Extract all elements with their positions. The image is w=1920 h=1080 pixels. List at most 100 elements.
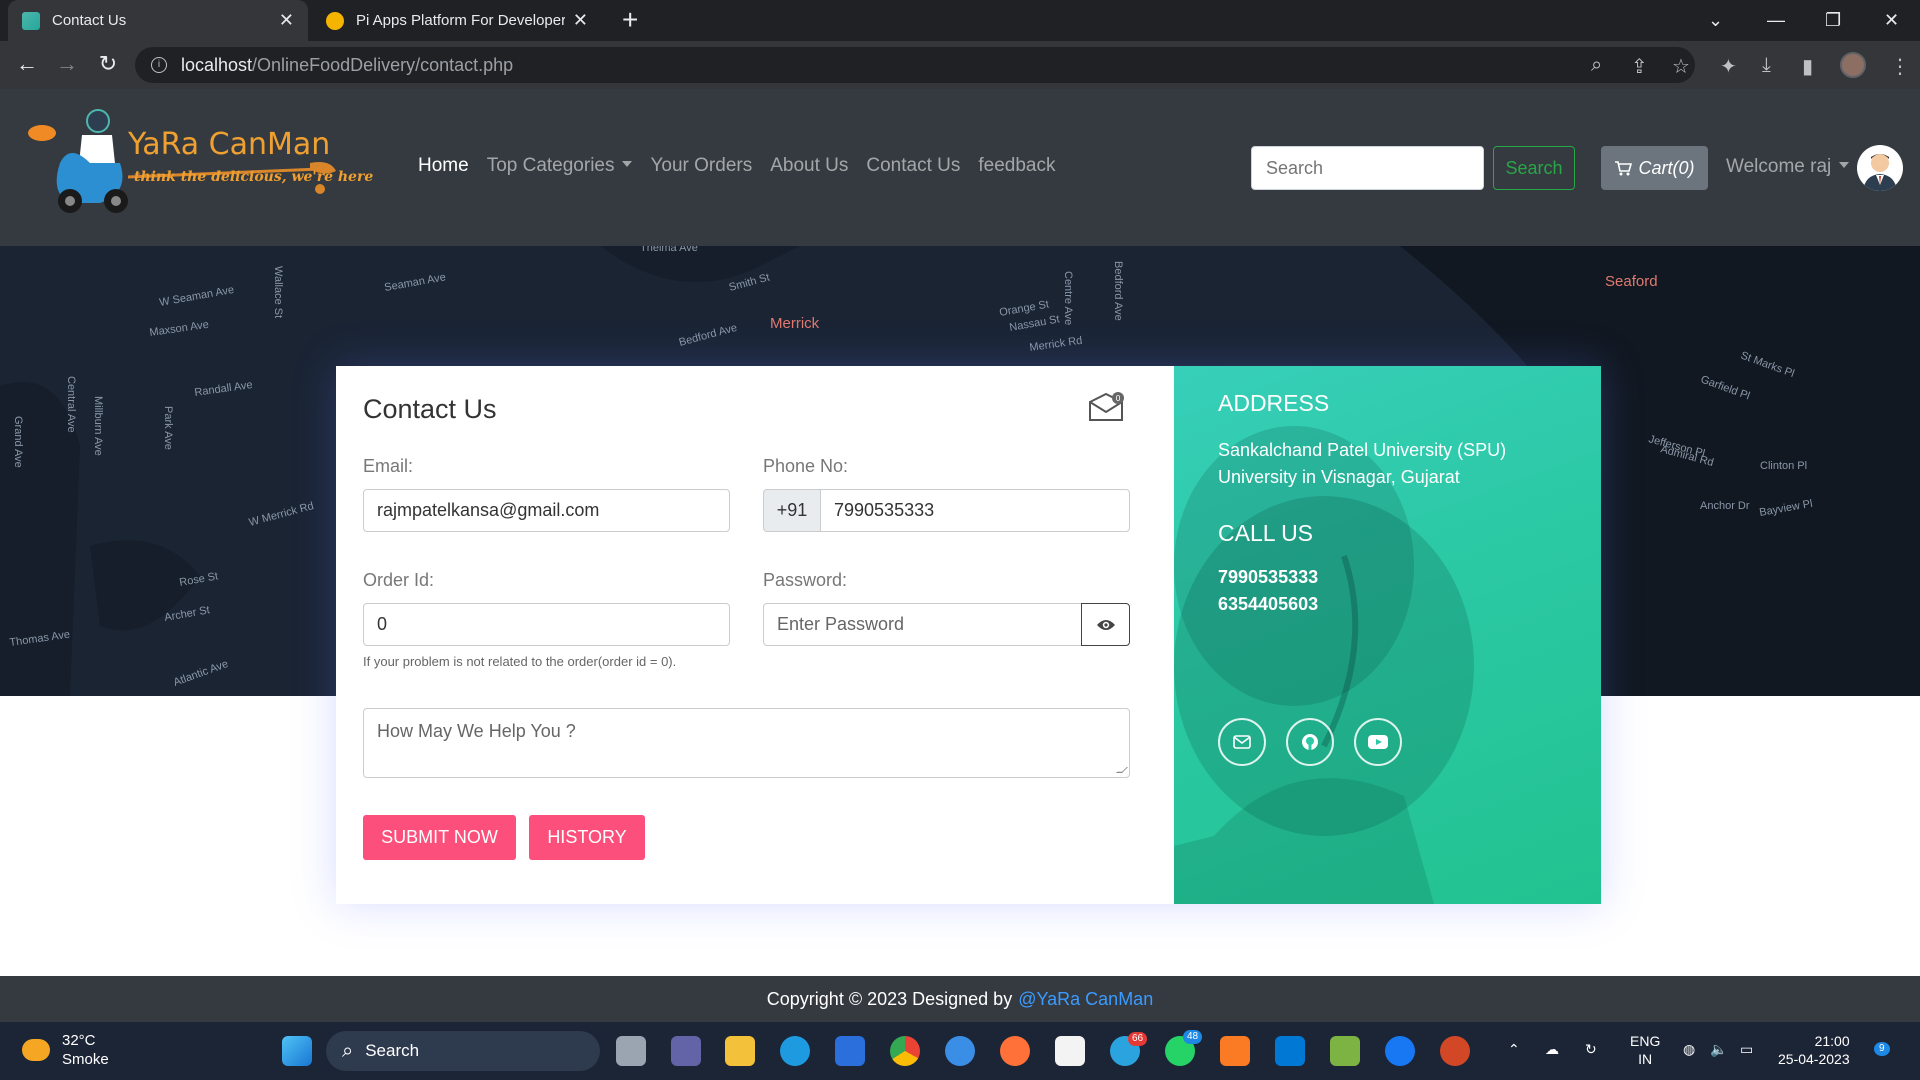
github-icon <box>1302 734 1318 750</box>
facebook-icon[interactable] <box>1385 1036 1415 1066</box>
map-label: Thelma Ave <box>640 246 698 254</box>
forward-icon[interactable]: → <box>52 51 82 77</box>
back-icon[interactable]: ← <box>12 51 42 77</box>
map-label: Clinton Pl <box>1760 460 1807 472</box>
file-explorer-icon[interactable] <box>725 1036 755 1066</box>
nav-home[interactable]: Home <box>409 155 478 177</box>
order-id-hint: If your problem is not related to the or… <box>363 654 677 669</box>
site-navbar: YaRa CanMan think the delicious, we're h… <box>0 89 1920 246</box>
side-panel-icon[interactable]: ▮ <box>1802 54 1813 79</box>
close-tab-icon[interactable]: ✕ <box>279 10 294 31</box>
tab-search-chevron-icon[interactable]: ⌄ <box>1708 0 1723 41</box>
region: IN <box>1638 1051 1653 1067</box>
toggle-password-button[interactable] <box>1081 603 1130 646</box>
footer-brand-link[interactable]: @YaRa CanMan <box>1018 989 1153 1010</box>
reload-icon[interactable]: ↻ <box>93 51 123 77</box>
url-path: /OnlineFoodDelivery/contact.php <box>252 54 514 75</box>
notification-badge[interactable]: 9 <box>1874 1042 1890 1056</box>
maximize-icon[interactable]: ❐ <box>1825 0 1841 41</box>
nav-feedback[interactable]: feedback <box>969 155 1064 177</box>
telegram-badge: 66 <box>1128 1032 1148 1046</box>
weather-widget[interactable]: 32°C Smoke <box>22 1031 109 1069</box>
site-info-icon[interactable]: i <box>151 57 167 73</box>
address-line-1: Sankalchand Patel University (SPU) <box>1218 440 1507 460</box>
contact-title: Contact Us <box>363 394 497 424</box>
submit-now-button[interactable]: SUBMIT NOW <box>363 815 516 860</box>
site-logo[interactable]: YaRa CanMan think the delicious, we're h… <box>20 103 380 219</box>
address-bar[interactable]: i localhost/OnlineFoodDelivery/contact.p… <box>135 47 1695 83</box>
password-field[interactable]: Enter Password <box>763 603 1082 646</box>
email-field[interactable]: rajmpatelkansa@gmail.com <box>363 489 730 532</box>
map-label: Park Ave <box>162 406 174 450</box>
youtube-social-button[interactable] <box>1354 718 1402 766</box>
firefox-icon[interactable] <box>1000 1036 1030 1066</box>
main-nav: Home Top Categories Your Orders About Us… <box>409 155 1065 177</box>
browser-profile-avatar[interactable] <box>1840 52 1866 78</box>
nav-top-categories[interactable]: Top Categories <box>478 155 642 177</box>
message-placeholder: How May We Help You ? <box>377 721 576 741</box>
download-icon[interactable]: ⤓ <box>1762 54 1771 77</box>
clock[interactable]: 21:00 25-04-2023 <box>1778 1032 1850 1068</box>
extensions-icon[interactable]: ✦ <box>1720 54 1737 79</box>
welcome-user-dropdown[interactable]: Welcome raj <box>1726 156 1849 178</box>
contact-form: Contact Us 0 Email: rajmpatelkansa@gmail… <box>336 366 1174 904</box>
network-icon[interactable]: ◍ <box>1683 1040 1695 1058</box>
volume-icon[interactable]: 🔈 <box>1710 1040 1727 1058</box>
menu-kebab-icon[interactable]: ⋮ <box>1890 54 1910 79</box>
nav-contact-us[interactable]: Contact Us <box>857 155 969 177</box>
vscode-icon[interactable] <box>1275 1036 1305 1066</box>
onedrive-icon[interactable]: ☁ <box>1545 1040 1559 1058</box>
temperature: 32°C <box>62 1032 96 1049</box>
phone-prefix: +91 <box>763 489 821 532</box>
xampp-icon[interactable] <box>1220 1036 1250 1066</box>
store-icon[interactable] <box>1055 1036 1085 1066</box>
site-search-button[interactable]: Search <box>1493 146 1575 190</box>
share-icon[interactable]: ⇪ <box>1631 54 1648 79</box>
taskbar-search[interactable]: ⌕ Search <box>326 1031 600 1071</box>
user-avatar-icon <box>1863 154 1897 191</box>
map-label: Maxson Ave <box>149 319 210 339</box>
nav-your-orders[interactable]: Your Orders <box>641 155 761 177</box>
zoom-icon[interactable]: ⌕ <box>1591 54 1602 77</box>
tray-chevron-icon[interactable]: ⌃ <box>1508 1040 1520 1058</box>
email-social-button[interactable] <box>1218 718 1266 766</box>
message-textarea[interactable]: How May We Help You ? <box>363 708 1130 778</box>
help-icon[interactable] <box>945 1036 975 1066</box>
site-search-input[interactable] <box>1251 146 1484 190</box>
chrome-icon[interactable] <box>890 1036 920 1066</box>
order-id-field[interactable]: 0 <box>363 603 730 646</box>
github-social-button[interactable] <box>1286 718 1334 766</box>
chart-app-icon[interactable] <box>1330 1036 1360 1066</box>
weather-condition: Smoke <box>62 1051 109 1068</box>
mail-icon[interactable]: 0 <box>1088 392 1124 422</box>
tab-pi-apps[interactable]: Pi Apps Platform For Developers ✕ <box>312 0 602 41</box>
language: ENG <box>1630 1033 1661 1049</box>
windows-start-icon[interactable] <box>282 1036 312 1066</box>
myhp-icon[interactable] <box>835 1036 865 1066</box>
minimize-icon[interactable]: — <box>1767 0 1785 41</box>
language-indicator[interactable]: ENG IN <box>1630 1032 1660 1068</box>
history-button[interactable]: HISTORY <box>529 815 645 860</box>
close-window-icon[interactable]: ✕ <box>1884 0 1899 41</box>
new-tab-icon[interactable]: + <box>622 6 638 34</box>
bookmark-star-icon[interactable]: ☆ <box>1672 54 1690 79</box>
nav-about-us[interactable]: About Us <box>761 155 857 177</box>
phone-field[interactable]: 7990535333 <box>820 489 1130 532</box>
user-avatar[interactable] <box>1857 145 1903 191</box>
resize-handle-icon[interactable] <box>1116 767 1128 773</box>
eye-icon <box>1096 619 1115 630</box>
time: 21:00 <box>1814 1033 1850 1049</box>
tab-contact-us[interactable]: Contact Us ✕ <box>8 0 308 41</box>
powerpoint-icon[interactable] <box>1440 1036 1470 1066</box>
task-view-icon[interactable] <box>616 1036 646 1066</box>
cart-button[interactable]: Cart(0) <box>1601 146 1708 190</box>
battery-icon[interactable]: ▭ <box>1740 1040 1753 1058</box>
edge-icon[interactable] <box>780 1036 810 1066</box>
logo-tagline: think the delicious, we're here <box>134 169 374 185</box>
sync-icon[interactable]: ↻ <box>1585 1040 1597 1058</box>
address-heading: ADDRESS <box>1218 390 1330 416</box>
close-tab-icon[interactable]: ✕ <box>573 10 588 31</box>
teams-icon[interactable] <box>671 1036 701 1066</box>
map-label: Grand Ave <box>12 416 24 468</box>
order-id-label: Order Id: <box>363 570 435 590</box>
